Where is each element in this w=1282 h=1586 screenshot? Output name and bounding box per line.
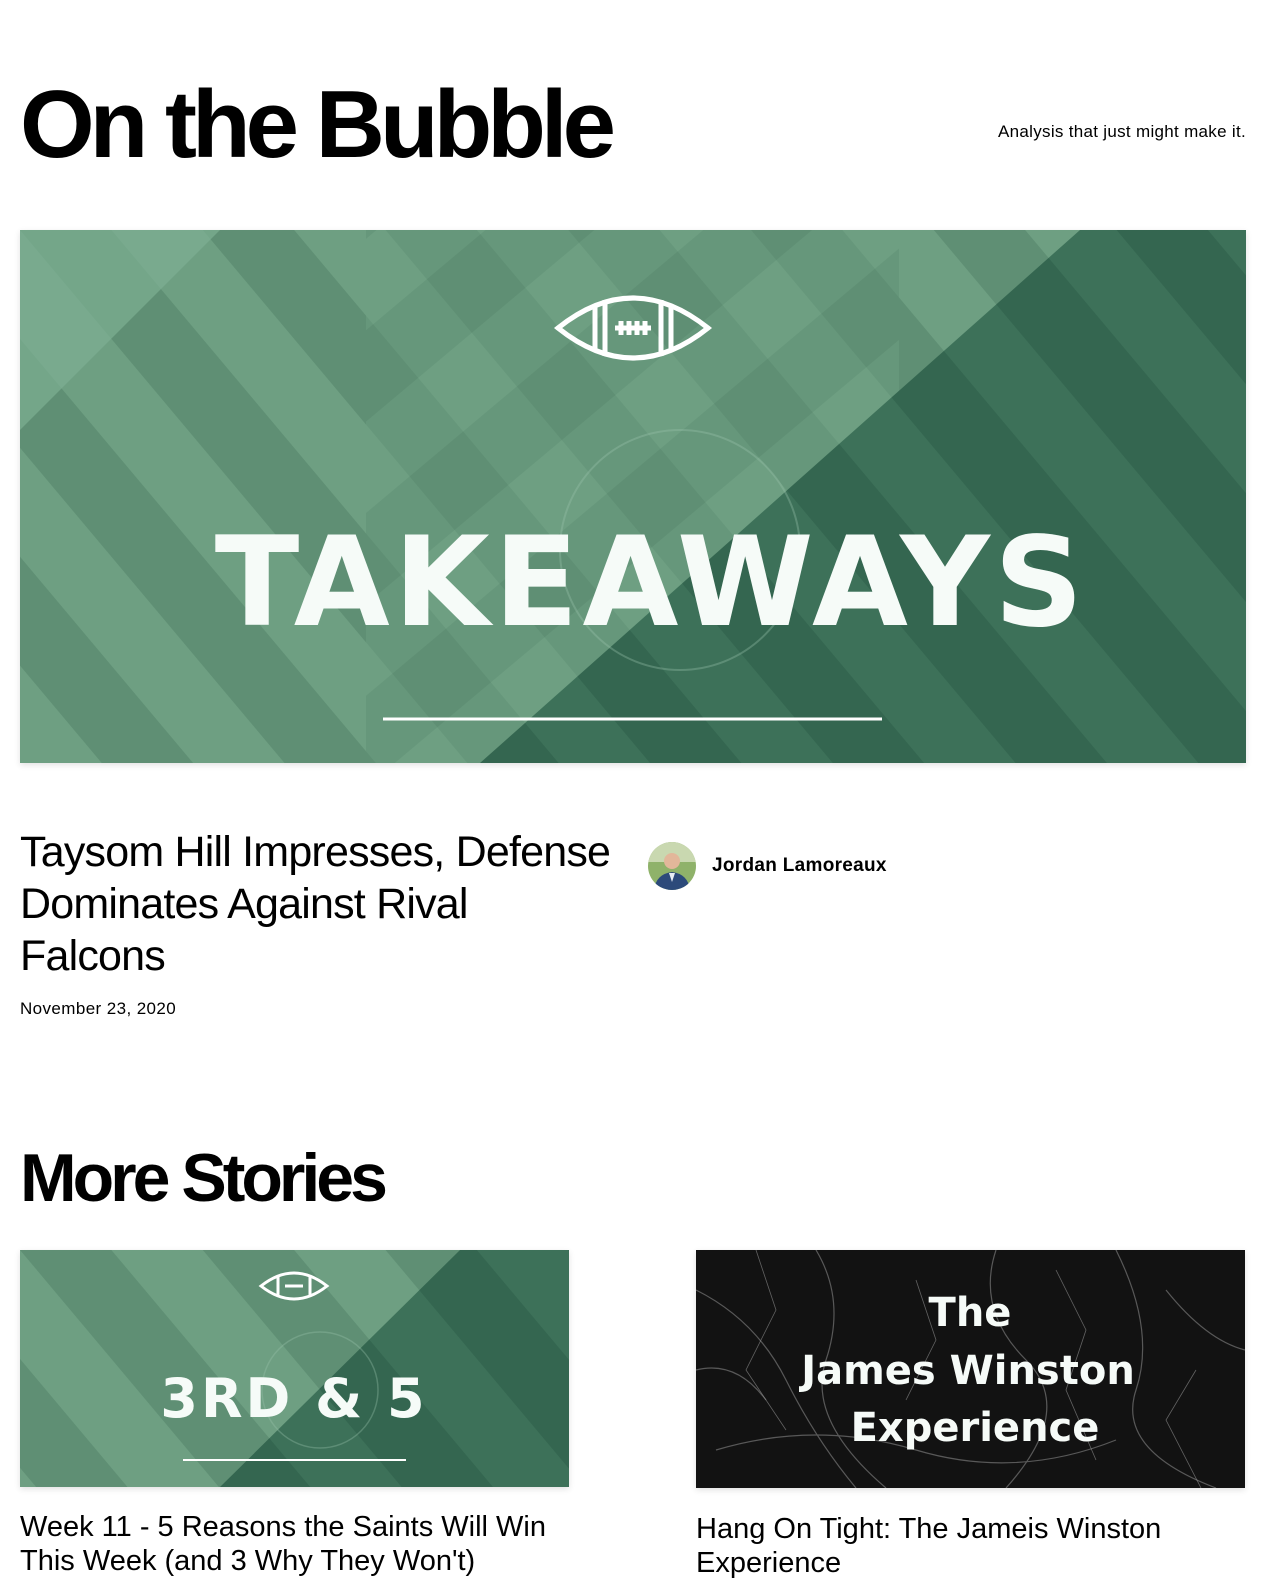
featured-image-text: TAKEAWAYS bbox=[215, 511, 1088, 655]
story-card-image-line-3: Experience bbox=[851, 1405, 1100, 1451]
author-name[interactable]: Jordan Lamoreaux bbox=[712, 855, 887, 877]
site-tagline: Analysis that just might make it. bbox=[998, 122, 1246, 141]
site-header: On the Bubble Analysis that just might m… bbox=[20, 70, 1246, 180]
featured-date: November 23, 2020 bbox=[20, 999, 177, 1018]
story-card-image-line-2: James Winston bbox=[798, 1348, 1135, 1394]
featured-image[interactable]: TAKEAWAYS bbox=[20, 230, 1246, 763]
more-stories-heading: More Stories bbox=[20, 1140, 388, 1216]
story-card-image[interactable]: The James Winston Experience bbox=[696, 1250, 1245, 1488]
story-card-image[interactable]: 3RD & 5 bbox=[20, 1250, 569, 1487]
story-card-title[interactable]: Week 11 - 5 Reasons the Saints Will Win … bbox=[20, 1510, 580, 1578]
story-card-image-text: 3RD & 5 bbox=[160, 1367, 427, 1430]
story-card-title[interactable]: Hang On Tight: The Jameis Winston Experi… bbox=[696, 1512, 1256, 1580]
site-title[interactable]: On the Bubble bbox=[20, 70, 616, 180]
author: Jordan Lamoreaux bbox=[648, 842, 887, 890]
avatar[interactable] bbox=[648, 842, 696, 890]
featured-title[interactable]: Taysom Hill Impresses, Defense Dominates… bbox=[20, 826, 620, 982]
story-card-image-line-1: The bbox=[929, 1290, 1012, 1336]
